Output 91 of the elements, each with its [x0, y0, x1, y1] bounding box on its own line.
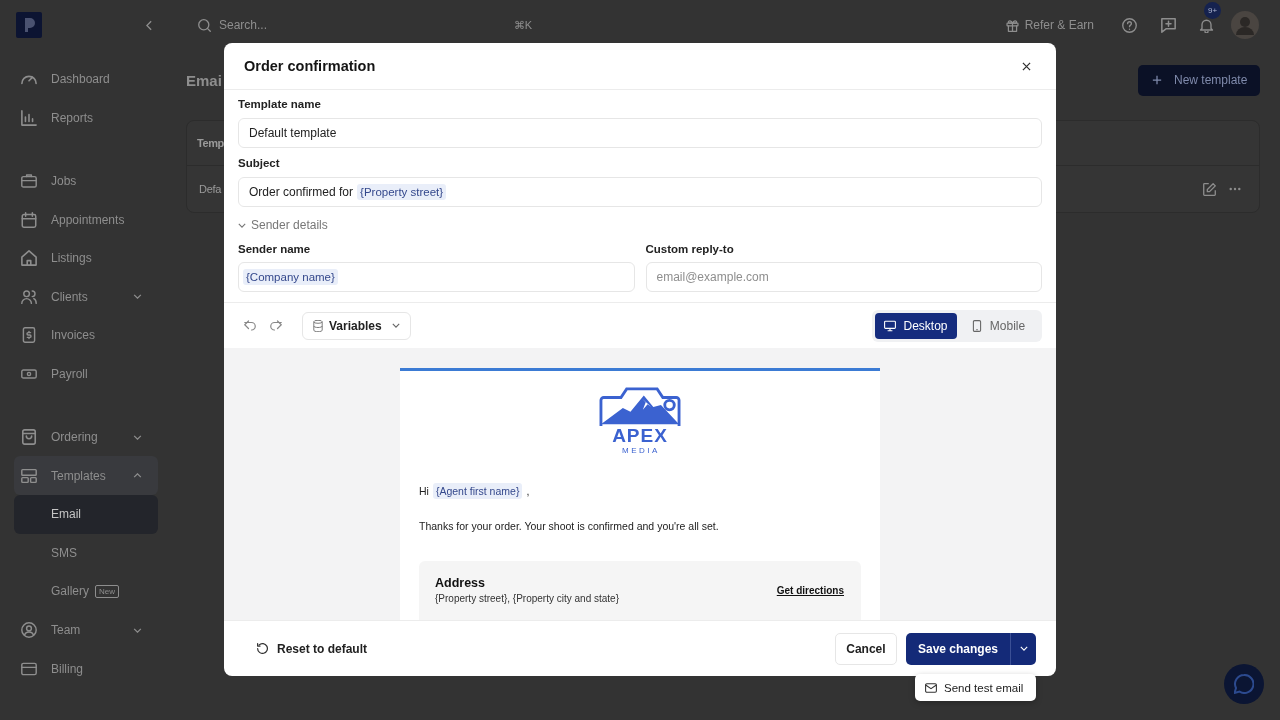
sidebar-item[interactable]: Clients: [14, 277, 158, 317]
sidebar-item[interactable]: Team: [14, 610, 158, 650]
chevron-down-icon: [391, 323, 400, 328]
notification-badge: 9+: [1204, 1, 1221, 19]
sidebar-item[interactable]: Jobs: [14, 161, 158, 201]
camera-mountain-logo-icon: [598, 387, 682, 427]
get-directions-link[interactable]: Get directions: [776, 585, 844, 596]
greeting-text: ,: [526, 485, 530, 497]
reset-button[interactable]: Reset to default: [257, 633, 367, 664]
address-text: {Property street}, {Property city and state}: [435, 592, 619, 606]
monitor-icon: [884, 319, 897, 332]
table-cell: Defa: [199, 183, 222, 195]
sidebar-item[interactable]: Templates: [14, 456, 158, 495]
dollar-document-icon: [21, 327, 37, 344]
variable-chip: {Company name}: [243, 269, 338, 285]
greeting-text: Hi: [419, 485, 429, 497]
sidebar-item[interactable]: Payroll: [14, 354, 158, 394]
subject-text: Order confirmed for: [249, 185, 354, 199]
close-icon[interactable]: [1022, 61, 1031, 71]
user-circle-icon: [21, 622, 37, 638]
column-header: Temp: [197, 137, 224, 149]
undo-icon[interactable]: [244, 320, 256, 331]
page-title: Emai: [186, 71, 222, 89]
refer-button[interactable]: Refer & Earn: [1005, 12, 1094, 38]
more-icon[interactable]: [1229, 187, 1241, 191]
cancel-button[interactable]: Cancel: [834, 632, 897, 665]
chevron-down-icon[interactable]: [133, 627, 142, 633]
shortcut-hint: ⌘K: [513, 18, 532, 32]
sender-details-toggle[interactable]: Sender details: [238, 217, 328, 233]
save-options-button[interactable]: [1010, 632, 1036, 665]
field-label: Custom reply-to: [645, 242, 735, 257]
briefcase-icon: [21, 173, 37, 189]
new-template-button[interactable]: New template: [1138, 64, 1260, 96]
chat-button[interactable]: [1224, 664, 1264, 704]
sidebar-item[interactable]: Dashboard: [14, 60, 158, 99]
field-label: Subject: [238, 156, 281, 171]
caret-icon: [1019, 646, 1028, 651]
send-test-email-menu-item[interactable]: Send test email: [915, 674, 1024, 701]
template-name-field[interactable]: Default template: [238, 118, 1042, 148]
phone-icon: [970, 319, 983, 332]
chat-bubble-icon: [1234, 674, 1254, 694]
field-label: Sender name: [238, 242, 312, 257]
bar-chart-icon: [21, 109, 37, 126]
sender-name-field[interactable]: {Company name}: [238, 262, 635, 292]
reply-to-field[interactable]: email@example.com: [645, 262, 1042, 292]
save-changes-button[interactable]: Save changes: [905, 632, 1010, 665]
sidebar-subitem[interactable]: Gallery New: [14, 572, 158, 611]
logo-tagline: MEDIA: [621, 446, 660, 455]
subject-field[interactable]: Order confirmed for {Property street}: [238, 177, 1042, 207]
view-tab[interactable]: Desktop: [875, 312, 957, 339]
chevron-left-icon[interactable]: [146, 20, 152, 31]
address-title: Address: [435, 575, 487, 591]
variable-chip: {Agent first name}: [432, 483, 523, 499]
dialog-title: Order confirmation: [244, 58, 376, 74]
sidebar-item[interactable]: Reports: [14, 98, 158, 138]
chevron-up-icon[interactable]: [133, 473, 142, 479]
variable-chip: {Property street}: [357, 184, 447, 200]
logo-icon[interactable]: [16, 12, 42, 38]
chevron-down-icon[interactable]: [133, 434, 142, 440]
sidebar-item[interactable]: Ordering: [14, 417, 158, 457]
search-icon: [198, 18, 211, 32]
sidebar-item[interactable]: Billing: [14, 649, 158, 688]
logo-name: APEX: [612, 427, 668, 445]
help-icon[interactable]: [1122, 17, 1137, 33]
bag-icon: [21, 429, 37, 446]
search-field[interactable]: Search... ⌘K: [198, 10, 538, 40]
bell-icon[interactable]: [1199, 17, 1214, 33]
edit-icon[interactable]: [1203, 182, 1216, 196]
credit-card-icon: [21, 660, 37, 677]
sidebar-subitem[interactable]: SMS: [14, 533, 158, 573]
plus-icon: [1152, 75, 1162, 85]
gift-icon: [1005, 18, 1019, 32]
view-tab[interactable]: Mobile: [957, 312, 1039, 339]
feedback-icon[interactable]: [1161, 17, 1176, 33]
database-icon: [313, 319, 323, 332]
sidebar-item[interactable]: Appointments: [14, 200, 158, 239]
layout-icon: [21, 467, 37, 484]
sidebar-subitem[interactable]: Email: [14, 494, 158, 534]
new-badge: New: [95, 584, 120, 598]
users-icon: [21, 288, 37, 305]
variables-button[interactable]: Variables: [302, 311, 411, 340]
sidebar-item[interactable]: Invoices: [14, 316, 158, 355]
reset-icon: [257, 643, 268, 654]
email-body-text: Thanks for your order. Your shoot is confirmed and you're all set.: [419, 519, 720, 534]
mail-icon: [925, 682, 937, 693]
calendar-icon: [21, 211, 37, 228]
field-label: Template name: [238, 97, 322, 112]
house-icon: [21, 250, 37, 267]
redo-icon[interactable]: [270, 320, 282, 331]
sidebar-item[interactable]: Listings: [14, 238, 158, 278]
chevron-down-icon[interactable]: [133, 294, 142, 300]
